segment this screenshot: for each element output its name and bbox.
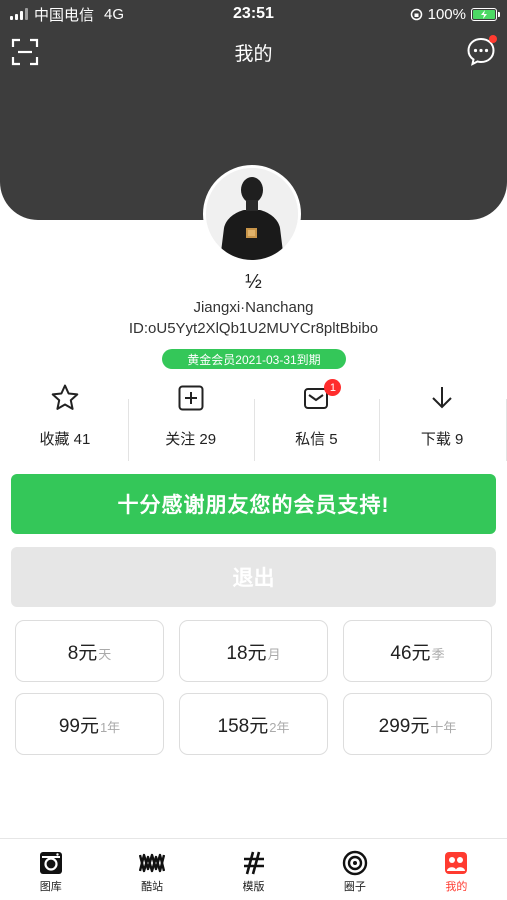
user-id: ID:oU5Yyt2XlQb1U2MUYCr8pltBbibo	[128, 320, 379, 337]
stat-downloads-label: 下载 9	[420, 431, 464, 448]
tab-cool-site[interactable]: 酷站	[101, 839, 202, 900]
unread-badge: 1	[324, 379, 342, 396]
profile-icon	[445, 852, 468, 874]
stat-following[interactable]: 关注 29	[127, 375, 254, 463]
nav-bar: 我的	[0, 30, 507, 74]
orientation-lock-icon	[410, 8, 422, 20]
tab-template[interactable]: 模版	[203, 839, 304, 900]
scan-icon[interactable]	[10, 37, 40, 67]
plan-price: 8元	[67, 642, 98, 664]
plan-period: 2年	[269, 719, 290, 735]
plan-price: 299元	[378, 715, 430, 737]
bottom-tab-bar: 图库 酷站 模版 圈子 我的	[0, 838, 507, 900]
tab-cool-site-label: 酷站	[141, 881, 164, 893]
cool-site-icon	[139, 853, 166, 873]
notification-dot	[489, 35, 497, 43]
plan-period: 天	[98, 646, 112, 662]
plan-period: 十年	[430, 719, 457, 735]
plan-period: 季	[431, 646, 445, 662]
battery-icon	[471, 7, 500, 21]
avatar[interactable]	[203, 165, 301, 263]
plan-option-quarter[interactable]: 46元 季	[343, 620, 492, 682]
tab-gallery-label: 图库	[39, 881, 62, 893]
stat-following-label: 关注 29	[165, 431, 217, 448]
plus-square-icon	[178, 385, 204, 411]
member-support-button[interactable]: 十分感谢朋友您的会员支持!	[11, 474, 496, 534]
plan-price: 158元	[217, 715, 269, 737]
username: ½	[245, 271, 262, 293]
signal-icon	[10, 8, 28, 20]
plan-option-1-year[interactable]: 99元 1年	[15, 693, 164, 755]
tab-template-label: 模版	[242, 881, 265, 893]
vip-status-badge: 黄金会员2021-03-31到期	[162, 349, 346, 369]
logout-button[interactable]: 退出	[11, 547, 496, 607]
plan-option-month[interactable]: 18元 月	[179, 620, 328, 682]
membership-plans: 8元 天 18元 月 46元 季 99元 1年 158元 2年 299元 十年	[15, 620, 492, 755]
plan-period: 月	[267, 646, 281, 662]
stat-favorites-label: 收藏 41	[39, 431, 91, 448]
user-location: Jiangxi·Nanchang	[193, 299, 314, 316]
stat-messages-label: 私信 5	[295, 431, 338, 448]
star-icon	[51, 384, 79, 410]
status-time: 23:51	[233, 5, 274, 22]
plan-option-day[interactable]: 8元 天	[15, 620, 164, 682]
carrier-label: 中国电信	[34, 6, 95, 24]
message-button[interactable]	[465, 35, 497, 67]
plan-period: 1年	[99, 719, 121, 735]
plan-option-10-year[interactable]: 299元 十年	[343, 693, 492, 755]
plan-option-2-year[interactable]: 158元 2年	[179, 693, 328, 755]
stat-favorites[interactable]: 收藏 41	[2, 375, 128, 463]
plan-price: 99元	[58, 715, 99, 737]
network-label: 4G	[104, 5, 125, 23]
circle-target-icon	[342, 850, 368, 876]
template-icon	[243, 851, 264, 875]
battery-percent: 100%	[427, 5, 466, 23]
tab-gallery[interactable]: 图库	[0, 839, 101, 900]
plan-price: 46元	[390, 642, 431, 664]
stats-bar: 收藏 41 关注 29 1 私信 5 下载 9	[0, 375, 507, 463]
download-arrow-icon	[432, 387, 452, 409]
avatar-image	[206, 168, 298, 260]
stat-messages[interactable]: 1 私信 5	[253, 375, 380, 463]
gallery-icon	[39, 852, 62, 874]
plan-price: 18元	[226, 642, 267, 664]
tab-profile-label: 我的	[445, 881, 468, 893]
tab-circle-label: 圈子	[343, 881, 366, 893]
stat-downloads[interactable]: 下载 9	[379, 375, 507, 463]
tab-circle[interactable]: 圈子	[304, 839, 405, 900]
status-bar: 中国电信 4G 23:51 100%	[0, 0, 507, 28]
page-title: 我的	[234, 43, 273, 65]
tab-profile[interactable]: 我的	[406, 839, 507, 900]
